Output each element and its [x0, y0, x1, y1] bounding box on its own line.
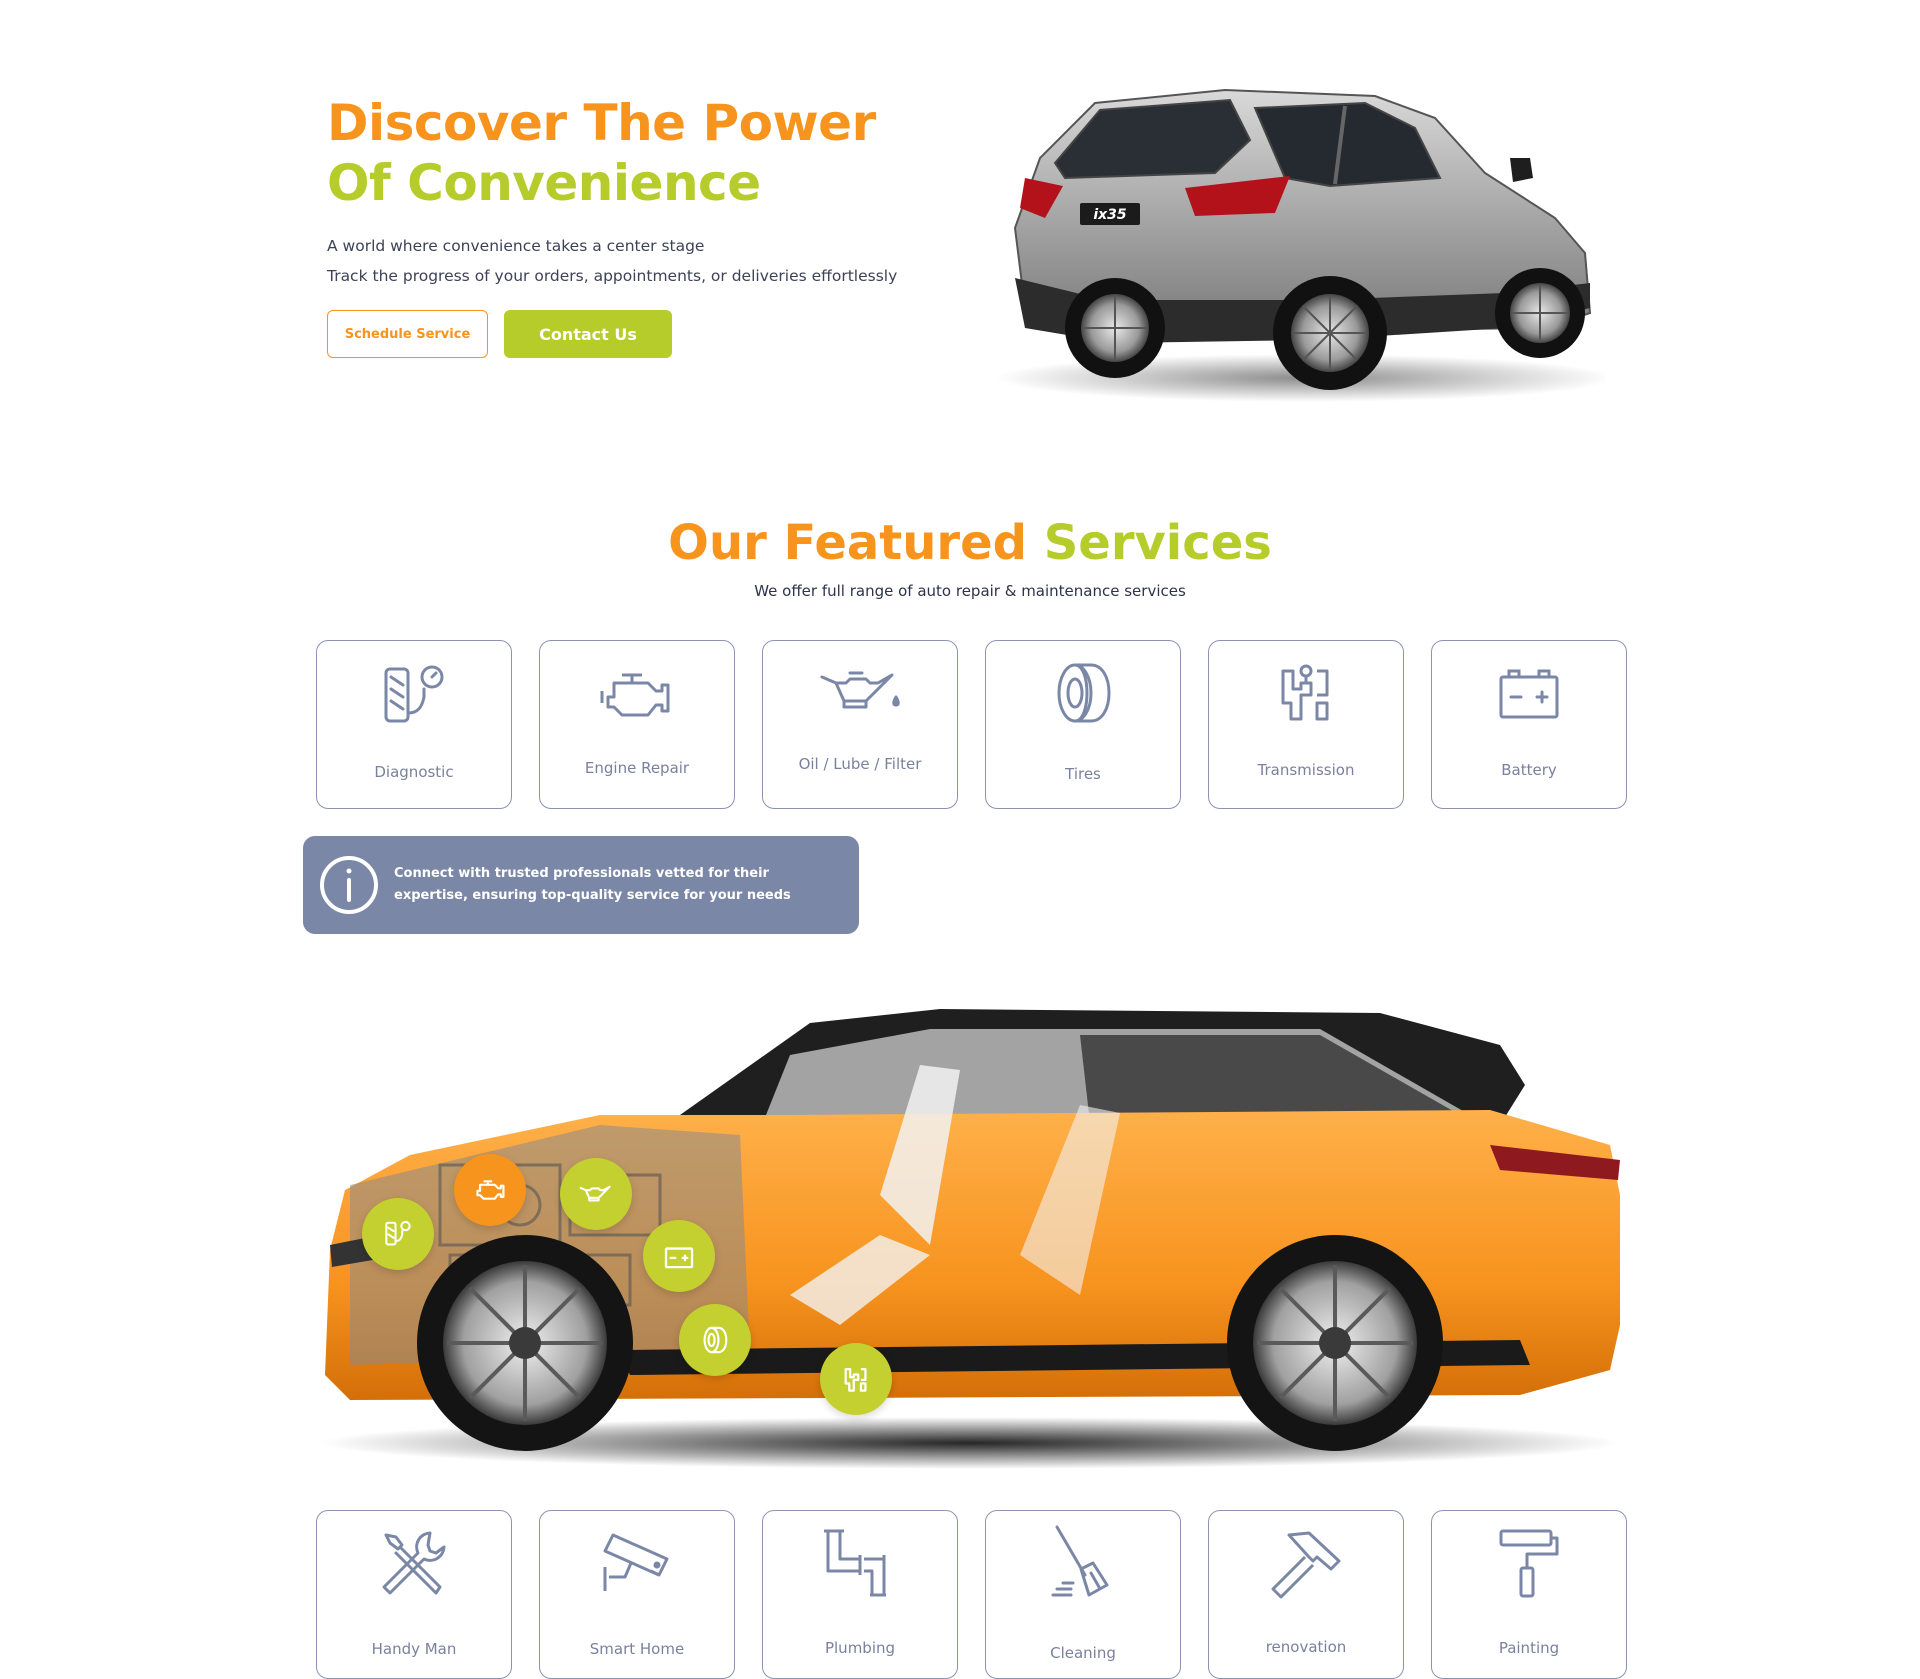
hotspot-transmission[interactable] [820, 1343, 892, 1415]
service-label: Plumbing [824, 1639, 896, 1657]
service-card-transmission[interactable]: Transmission [1208, 640, 1404, 809]
service-label: Transmission [1257, 761, 1355, 779]
service-label: Painting [1498, 1639, 1560, 1657]
pipes-icon [824, 1529, 886, 1597]
tire-icon [1057, 663, 1111, 723]
service-label: Oil / Lube / Filter [798, 755, 922, 773]
wrench-screwdriver-icon [382, 1531, 446, 1595]
hero-car-plate: ix35 [1093, 207, 1127, 223]
cutaway-car-image [320, 1009, 1620, 1469]
paint-roller-icon [1499, 1529, 1559, 1598]
service-card-cleaning[interactable]: Cleaning [985, 1510, 1181, 1679]
security-camera-icon [603, 1533, 669, 1591]
hero-subtitle-line2: Track the progress of your orders, appoi… [327, 267, 898, 285]
transmission-icon [844, 1368, 867, 1392]
service-card-tires[interactable]: Tires [985, 640, 1181, 809]
contact-us-button[interactable]: Contact Us [504, 310, 672, 358]
diagnostic-icon [385, 1220, 411, 1246]
service-label: Battery [1501, 761, 1557, 779]
service-label: Tires [1065, 765, 1101, 783]
service-label: Engine Repair [584, 759, 690, 777]
featured-title-part2: Services [1043, 515, 1272, 571]
transmission-icon [1281, 664, 1329, 721]
service-label: Handy Man [371, 1640, 457, 1658]
engine-icon [600, 673, 670, 717]
hero-title-line1: Discover The Power [327, 94, 876, 152]
service-card-smart-home[interactable]: Smart Home [539, 1510, 735, 1679]
broom-icon [1051, 1525, 1109, 1597]
hero-subtitle: A world where convenience takes a center… [327, 231, 897, 291]
hero-subtitle-line1: A world where convenience takes a center… [327, 237, 705, 255]
schedule-service-button[interactable]: Schedule Service [327, 310, 488, 358]
hero-title: Discover The Power Of Convenience [327, 93, 876, 213]
service-card-handy-man[interactable]: Handy Man [316, 1510, 512, 1679]
hotspot-engine-repair[interactable] [454, 1154, 526, 1226]
engine-icon [476, 1180, 505, 1200]
info-banner: Connect with trusted professionals vette… [303, 836, 859, 934]
service-card-renovation[interactable]: renovation [1208, 1510, 1404, 1679]
featured-services-title: Our Featured Services [0, 515, 1920, 571]
info-text: Connect with trusted professionals vette… [394, 866, 791, 903]
hotspot-oil-lube-filter[interactable] [560, 1158, 632, 1230]
service-card-battery[interactable]: Battery [1431, 640, 1627, 809]
featured-services-subtitle: We offer full range of auto repair & mai… [754, 582, 1186, 600]
hero-title-line2: Of Convenience [327, 154, 761, 212]
oil-can-icon [579, 1185, 611, 1202]
service-label: renovation [1265, 1638, 1347, 1656]
service-card-plumbing[interactable]: Plumbing [762, 1510, 958, 1679]
service-card-engine-repair[interactable]: Engine Repair [539, 640, 735, 809]
hero-car-image: ix35 [995, 88, 1605, 402]
service-label: Smart Home [589, 1640, 685, 1658]
info-icon [320, 856, 378, 914]
tire-icon [703, 1326, 728, 1354]
hotspot-tires[interactable] [679, 1304, 751, 1376]
service-card-painting[interactable]: Painting [1431, 1510, 1627, 1679]
oil-can-icon [820, 671, 900, 709]
diagnostic-icon [384, 665, 444, 723]
hotspot-diagnostic[interactable] [362, 1198, 434, 1270]
hammer-icon [1271, 1531, 1341, 1599]
service-card-diagnostic[interactable]: Diagnostic [316, 640, 512, 809]
service-label: Diagnostic [374, 763, 454, 781]
battery-icon [664, 1247, 694, 1269]
hotspot-battery[interactable] [643, 1220, 715, 1292]
featured-title-part1: Our Featured [668, 515, 1027, 571]
service-label: Cleaning [1050, 1644, 1116, 1662]
service-card-oil-lube-filter[interactable]: Oil / Lube / Filter [762, 640, 958, 809]
battery-icon [1499, 669, 1559, 719]
